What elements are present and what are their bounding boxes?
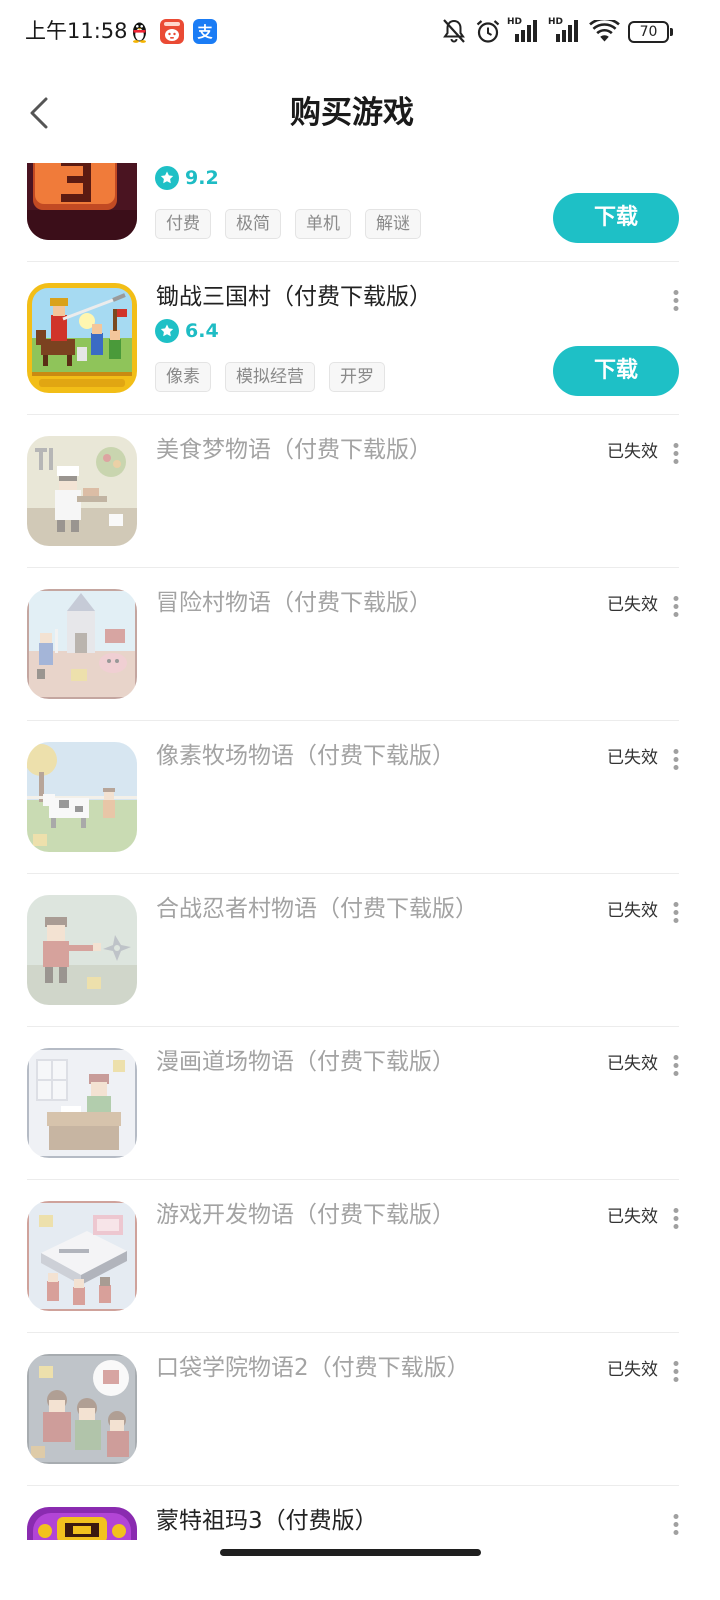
game-row[interactable]: 像素牧场物语（付费下载版） 已失效 (0, 721, 720, 874)
alarm-icon (475, 18, 501, 44)
game-icon[interactable] (27, 436, 137, 546)
red-app-icon (160, 19, 184, 44)
status-time: 上午11:58 (25, 19, 128, 43)
game-row[interactable]: 游戏开发物语（付费下载版） 已失效 (0, 1180, 720, 1333)
expired-badge: 已失效 (607, 748, 658, 768)
gesture-bar (0, 1540, 720, 1600)
rating-value: 6.4 (185, 320, 219, 342)
game-icon[interactable] (27, 1354, 137, 1464)
tag: 解谜 (365, 209, 421, 239)
game-icon[interactable] (27, 283, 137, 393)
home-indicator[interactable] (220, 1549, 481, 1556)
game-row[interactable]: 蒙特祖玛3（付费版） (0, 1486, 720, 1540)
rating-value: 9.2 (185, 167, 219, 189)
game-title[interactable]: 冒险村物语（付费下载版） (156, 587, 432, 619)
expired-badge: 已失效 (607, 595, 658, 615)
tag-list: 像素 模拟经营 开罗 (155, 362, 399, 392)
game-row[interactable]: 漫画道场物语（付费下载版） 已失效 (0, 1027, 720, 1180)
more-vertical-icon[interactable] (673, 1514, 679, 1535)
signal-icon: HD (548, 17, 582, 43)
wifi-icon (589, 20, 620, 43)
game-row[interactable]: 冒险村物语（付费下载版） 已失效 (0, 568, 720, 721)
star-icon (155, 166, 179, 190)
game-row[interactable]: 合战忍者村物语（付费下载版） 已失效 (0, 874, 720, 1027)
tag: 开罗 (329, 362, 385, 392)
game-row[interactable]: 9.2 付费 极简 单机 解谜 下载 (0, 163, 720, 262)
game-row[interactable]: 口袋学院物语2（付费下载版） 已失效 (0, 1333, 720, 1486)
game-title[interactable]: 蒙特祖玛3（付费版） (156, 1505, 378, 1537)
game-title[interactable]: 美食梦物语（付费下载版） (156, 434, 432, 466)
game-icon[interactable] (27, 1048, 137, 1158)
header: 购买游戏 (0, 60, 720, 163)
game-title[interactable]: 合战忍者村物语（付费下载版） (156, 893, 478, 925)
game-row[interactable]: 美食梦物语（付费下载版） 已失效 (0, 415, 720, 568)
expired-badge: 已失效 (607, 1360, 658, 1380)
more-vertical-icon[interactable] (673, 1361, 679, 1382)
more-vertical-icon[interactable] (673, 749, 679, 770)
game-icon[interactable] (27, 1507, 137, 1540)
more-vertical-icon[interactable] (673, 1208, 679, 1229)
download-button[interactable]: 下载 (553, 346, 679, 396)
star-icon (155, 319, 179, 343)
mute-icon (442, 18, 466, 44)
rating: 6.4 (155, 319, 219, 343)
expired-badge: 已失效 (607, 1207, 658, 1227)
download-button[interactable]: 下载 (553, 193, 679, 243)
signal-icon: HD (507, 17, 541, 43)
expired-badge: 已失效 (607, 442, 658, 462)
tag: 极简 (225, 209, 281, 239)
game-icon[interactable] (27, 895, 137, 1005)
game-row[interactable]: 锄战三国村（付费下载版） 6.4 像素 模拟经营 开罗 下载 (0, 262, 720, 415)
qq-icon (131, 21, 148, 43)
game-icon[interactable] (27, 1201, 137, 1311)
page-title: 购买游戏 (290, 95, 414, 131)
tag: 模拟经营 (225, 362, 315, 392)
more-vertical-icon[interactable] (673, 596, 679, 617)
game-list[interactable]: 9.2 付费 极简 单机 解谜 下载 锄战三国村（付费下载版） 6.4 像素 模… (0, 163, 720, 1540)
tag: 单机 (295, 209, 351, 239)
more-vertical-icon[interactable] (673, 443, 679, 464)
more-vertical-icon[interactable] (673, 290, 679, 311)
game-icon[interactable] (27, 589, 137, 699)
rating: 9.2 (155, 166, 219, 190)
game-icon[interactable] (27, 742, 137, 852)
battery-level: 70 (628, 21, 669, 43)
battery-cap (670, 28, 673, 36)
battery-icon: 70 (628, 21, 674, 43)
expired-badge: 已失效 (607, 901, 658, 921)
tag: 付费 (155, 209, 211, 239)
game-title[interactable]: 锄战三国村（付费下载版） (156, 281, 432, 313)
tag-list: 付费 极简 单机 解谜 (155, 209, 435, 239)
alipay-icon: 支 (193, 19, 217, 44)
status-bar: 上午11:58 支 HD HD 70 (0, 0, 720, 60)
tag: 像素 (155, 362, 211, 392)
game-title[interactable]: 像素牧场物语（付费下载版） (156, 740, 455, 772)
signal-hd-label: HD (548, 17, 564, 27)
signal-hd-label: HD (507, 17, 523, 27)
game-title[interactable]: 游戏开发物语（付费下载版） (156, 1199, 455, 1231)
expired-badge: 已失效 (607, 1054, 658, 1074)
more-vertical-icon[interactable] (673, 1055, 679, 1076)
game-title[interactable]: 漫画道场物语（付费下载版） (156, 1046, 455, 1078)
game-icon[interactable] (27, 163, 137, 240)
game-title[interactable]: 口袋学院物语2（付费下载版） (156, 1352, 470, 1384)
more-vertical-icon[interactable] (673, 902, 679, 923)
